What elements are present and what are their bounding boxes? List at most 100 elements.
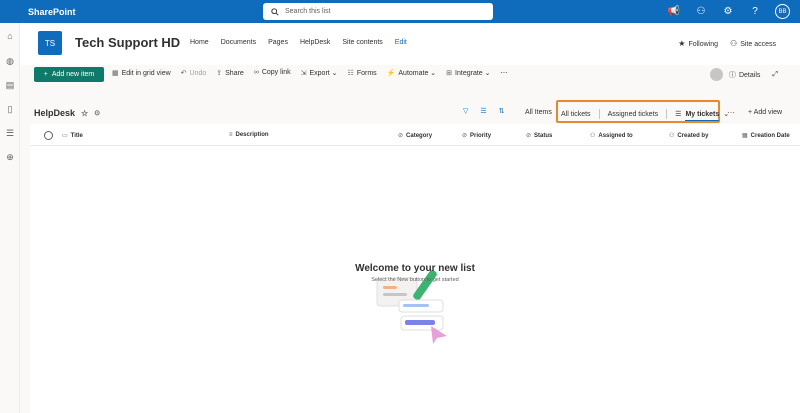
select-all-radio[interactable]	[44, 131, 53, 140]
list-header: HelpDesk ☆ ⊙ ▽ ☰ ⇅ All Items All tickets…	[30, 98, 800, 124]
view-divider	[666, 109, 668, 119]
add-new-item-button[interactable]: + Add new item	[34, 67, 104, 82]
undo-icon: ↶	[180, 70, 187, 77]
export-button[interactable]: ⇲ Export ⌄	[301, 69, 338, 77]
copy-link-label: Copy link	[261, 69, 291, 76]
star-filled-icon: ★	[678, 39, 686, 48]
sort-icon[interactable]: ⇅	[499, 107, 505, 115]
column-title[interactable]: ▭ Title	[62, 132, 83, 140]
nav-helpdesk[interactable]: HelpDesk	[300, 39, 330, 46]
edit-grid-label: Edit in grid view	[121, 70, 171, 77]
text-icon: ≡	[229, 132, 233, 138]
column-created-by[interactable]: ⚇ Created by	[669, 132, 709, 140]
more-views-icon[interactable]: ⋯	[727, 108, 735, 117]
share-icon: ⇪	[216, 70, 223, 77]
column-assigned-to[interactable]: ⚇ Assigned to	[590, 132, 633, 140]
share-button[interactable]: ⇪ Share	[216, 69, 244, 77]
people-icon[interactable]: ⚇	[694, 5, 708, 19]
site-title[interactable]: Tech Support HD	[75, 35, 180, 50]
view-my-tickets[interactable]: ☰ My tickets ⌄	[675, 110, 729, 121]
group-icon[interactable]: ☰	[480, 107, 486, 115]
megaphone-icon[interactable]: 📢	[667, 5, 681, 19]
column-category-label: Category	[406, 132, 433, 139]
command-bar: + Add new item ▦ Edit in grid view ↶ Undo ⇪…	[20, 65, 800, 85]
info-icon: ⓘ	[728, 71, 736, 79]
list-icon[interactable]: ☰	[4, 127, 16, 139]
home-icon[interactable]: ⌂	[4, 30, 16, 42]
person-icon: ⚇	[669, 133, 675, 139]
list-title[interactable]: HelpDesk	[34, 108, 75, 118]
site-logo[interactable]: TS	[38, 31, 62, 55]
view-my-tickets-label: My tickets	[685, 111, 720, 121]
integrate-label: Integrate	[455, 70, 483, 77]
nav-edit[interactable]: Edit	[395, 39, 407, 46]
user-avatar[interactable]: BB	[775, 4, 790, 19]
view-all-items[interactable]: All Items	[525, 109, 552, 116]
view-all-tickets[interactable]: All tickets	[561, 111, 591, 118]
help-icon[interactable]: ?	[748, 5, 762, 19]
export-label: Export	[309, 70, 330, 77]
globe-icon[interactable]: ◍	[4, 55, 16, 67]
column-created-by-label: Created by	[677, 132, 709, 139]
integrate-button[interactable]: ⊞ Integrate ⌄	[446, 69, 490, 77]
site-access-button[interactable]: ⚇ Site access	[730, 39, 776, 48]
following-label: Following	[688, 41, 719, 48]
search-icon	[271, 7, 279, 16]
nav-site-contents[interactable]: Site contents	[342, 39, 382, 46]
site-header: TS Tech Support HD Home Documents Pages …	[20, 23, 800, 65]
filter-icon[interactable]: ▽	[463, 107, 468, 115]
empty-state: Welcome to your new list Select the New …	[30, 263, 800, 283]
news-icon[interactable]: ▤	[4, 79, 16, 91]
nav-home[interactable]: Home	[190, 39, 209, 46]
brand-name[interactable]: SharePoint	[0, 7, 262, 17]
forms-icon: ☷	[347, 70, 354, 77]
automate-icon: ⚡	[386, 70, 396, 77]
column-category[interactable]: ⊘ Category	[398, 132, 433, 140]
copy-link-button[interactable]: ∞ Copy link	[254, 69, 291, 77]
column-title-label: Title	[70, 132, 83, 139]
following-button[interactable]: ★ Following	[678, 39, 718, 48]
view-assigned-tickets[interactable]: Assigned tickets	[608, 111, 659, 118]
forms-label: Forms	[356, 70, 377, 77]
details-label: Details	[738, 71, 761, 79]
add-circle-icon[interactable]: ⊕	[4, 151, 16, 163]
column-priority-label: Priority	[470, 132, 492, 139]
column-creation-date[interactable]: ▦ Creation Date	[742, 132, 790, 140]
column-priority[interactable]: ⊘ Priority	[462, 132, 492, 140]
user-avatar-small[interactable]	[709, 68, 723, 81]
column-creation-date-label: Creation Date	[750, 132, 790, 139]
automate-label: Automate	[398, 70, 429, 77]
edit-grid-button[interactable]: ▦ Edit in grid view	[112, 69, 171, 77]
site-nav: Home Documents Pages HelpDesk Site conte…	[190, 39, 407, 46]
search-placeholder: Search this list	[285, 8, 331, 15]
details-button[interactable]: ⓘ Details	[729, 70, 760, 80]
more-commands-icon[interactable]: ⋯	[501, 69, 508, 77]
add-view-button[interactable]: + Add view	[748, 109, 782, 116]
document-icon: ▭	[62, 133, 68, 139]
expand-icon[interactable]: ⤢	[772, 71, 778, 79]
column-description[interactable]: ≡ Description	[229, 132, 269, 138]
add-view-label: Add view	[753, 109, 783, 116]
file-icon[interactable]: ▯	[4, 103, 16, 115]
column-status[interactable]: ⊘ Status	[526, 132, 552, 140]
column-assigned-to-label: Assigned to	[598, 132, 633, 139]
plus-icon: +	[43, 71, 48, 78]
share-label: Share	[225, 70, 244, 77]
automate-button[interactable]: ⚡ Automate ⌄	[387, 69, 437, 77]
undo-button[interactable]: ↶ Undo	[181, 69, 207, 77]
integrate-icon: ⊞	[446, 70, 453, 77]
search-box[interactable]: Search this list	[263, 3, 493, 20]
people-access-icon: ⚇	[730, 39, 738, 48]
view-list-icon: ☰	[675, 111, 682, 118]
forms-button[interactable]: ☷ Forms	[348, 69, 377, 77]
column-header-row: ▭ Title ≡ Description ⊘ Category ⊘ Priority …	[30, 126, 800, 146]
nav-documents[interactable]: Documents	[221, 39, 256, 46]
empty-state-subtext: Select the New button to get started	[371, 277, 459, 283]
favorite-star-icon[interactable]: ☆	[81, 109, 88, 118]
nav-pages[interactable]: Pages	[268, 39, 288, 46]
empty-state-heading: Welcome to your new list	[355, 263, 475, 274]
column-description-label: Description	[235, 132, 269, 138]
view-divider	[598, 109, 600, 119]
list-info-icon[interactable]: ⊙	[94, 109, 100, 117]
gear-icon[interactable]: ⚙	[721, 5, 735, 19]
